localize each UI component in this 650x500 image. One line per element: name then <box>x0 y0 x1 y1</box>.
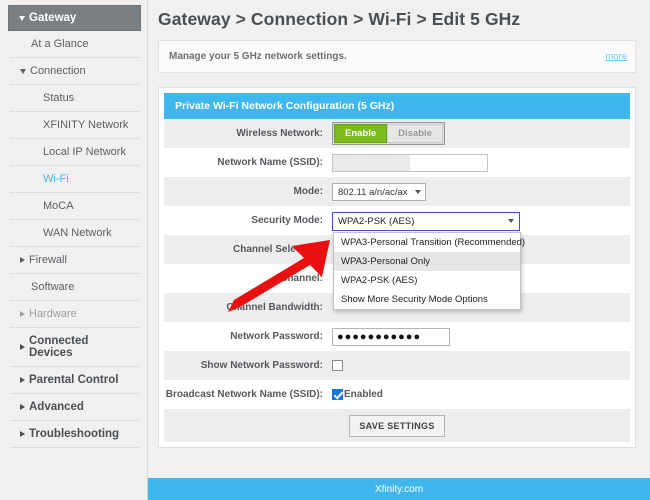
sidebar-item-label: Connected Devices <box>29 335 89 359</box>
disable-button[interactable]: Disable <box>387 124 443 143</box>
row-security-mode: Security Mode: WPA2-PSK (AES) WPA3-Perso… <box>164 206 630 310</box>
sidebar-item-label: Status <box>43 92 75 104</box>
sidebar-item-hardware[interactable]: Hardware <box>10 301 139 328</box>
sidebar-item-label: Software <box>31 281 75 293</box>
label-channel-bandwidth: Channel Bandwidth: <box>226 302 323 313</box>
label-show-network-password: Show Network Password: <box>200 360 323 371</box>
footer-label: Xfinity.com <box>374 483 424 495</box>
broadcast-ssid-value-label: Enabled <box>344 388 383 400</box>
label-wireless-network: Wireless Network: <box>236 128 323 139</box>
label-security-mode: Security Mode: <box>251 215 323 226</box>
chevron-right-icon <box>20 344 25 350</box>
sidebar-nav: Gateway At a Glance Connection Status XFINI… <box>0 0 148 500</box>
security-mode-option[interactable]: WPA3-Personal Only <box>334 251 520 271</box>
security-mode-select[interactable]: WPA2-PSK (AES) WPA3-Personal Transition … <box>332 211 525 310</box>
more-link[interactable]: more <box>605 51 627 62</box>
security-mode-value: WPA2-PSK (AES) <box>338 215 415 227</box>
chevron-down-icon <box>508 219 514 223</box>
chevron-down-icon <box>19 15 25 21</box>
broadcast-ssid-checkbox[interactable] <box>332 388 343 400</box>
sidebar-item-connection[interactable]: Connection <box>10 58 139 85</box>
sidebar-item-label: XFINITY Network <box>43 119 129 131</box>
sidebar-item-label: Firewall <box>29 254 67 266</box>
sidebar-item-advanced[interactable]: Advanced <box>10 394 139 421</box>
sidebar-item-label: At a Glance <box>31 38 89 50</box>
info-bar: Manage your 5 GHz network settings. more <box>158 40 636 73</box>
security-mode-option[interactable]: WPA2-PSK (AES) <box>334 271 520 290</box>
wireless-network-toggle[interactable]: Enable Disable <box>332 122 445 145</box>
sidebar-item-wan-network[interactable]: WAN Network <box>10 220 139 247</box>
redaction-overlay <box>333 154 410 171</box>
label-ssid: Network Name (SSID): <box>217 157 323 168</box>
security-mode-option[interactable]: WPA3-Personal Transition (Recommended) <box>334 233 525 252</box>
row-mode: Mode: 802.11 a/n/ac/ax <box>164 177 630 206</box>
label-mode: Mode: <box>293 186 323 197</box>
sidebar-item-label: MoCA <box>43 200 74 212</box>
sidebar-item-label: Gateway <box>29 12 77 24</box>
sidebar-item-software[interactable]: Software <box>10 274 139 301</box>
chevron-down-icon <box>414 190 421 195</box>
sidebar-item-wi-fi[interactable]: Wi-Fi <box>10 166 139 193</box>
label-network-password: Network Password: <box>230 331 323 342</box>
sidebar-item-label: Connection <box>30 65 86 77</box>
chevron-right-icon <box>20 257 25 263</box>
sidebar-item-label: Local IP Network <box>43 146 126 158</box>
save-settings-button[interactable]: SAVE SETTINGS <box>349 414 445 437</box>
sidebar-item-parental-control[interactable]: Parental Control <box>10 367 139 394</box>
sidebar-item-at-a-glance[interactable]: At a Glance <box>10 31 139 58</box>
show-network-password-checkbox[interactable] <box>332 359 343 371</box>
sidebar-item-local-ip-network[interactable]: Local IP Network <box>10 139 139 166</box>
chevron-down-icon <box>20 68 26 74</box>
chevron-right-icon <box>20 404 25 410</box>
sidebar-item-list: At a Glance Connection Status XFINITY Netwo… <box>0 31 147 448</box>
info-text: Manage your 5 GHz network settings. <box>169 51 347 62</box>
sidebar-item-label: Parental Control <box>29 374 119 386</box>
row-show-network-password: Show Network Password: <box>164 351 630 380</box>
main-content: Gateway > Connection > Wi-Fi > Edit 5 GH… <box>148 0 650 500</box>
network-password-input[interactable]: ●●●●●●●●●●● <box>332 327 450 346</box>
wifi-config-panel: Private Wi-Fi Network Configuration (5 G… <box>158 87 636 448</box>
chevron-right-icon <box>20 377 25 383</box>
mode-select[interactable]: 802.11 a/n/ac/ax <box>332 183 426 202</box>
browser-page: Gateway At a Glance Connection Status XFINI… <box>0 0 650 500</box>
footer: Xfinity.com <box>148 478 650 500</box>
enable-button[interactable]: Enable <box>334 124 388 143</box>
sidebar-item-moca[interactable]: MoCA <box>10 193 139 220</box>
chevron-right-icon <box>20 431 25 437</box>
sidebar-item-label: WAN Network <box>43 227 112 239</box>
label-broadcast-ssid: Broadcast Network Name (SSID): <box>165 389 323 400</box>
row-network-password: Network Password: ●●●●●●●●●●● <box>164 322 630 351</box>
security-mode-option[interactable]: Show More Security Mode Options <box>334 290 520 309</box>
sidebar-item-label: Troubleshooting <box>29 428 120 440</box>
sidebar-item-status[interactable]: Status <box>10 85 139 112</box>
label-channel: Channel: <box>280 273 323 284</box>
sidebar-item-gateway[interactable]: Gateway <box>8 5 141 31</box>
sidebar-item-label: Wi-Fi <box>43 173 69 185</box>
sidebar-item-xfinity-network[interactable]: XFINITY Network <box>10 112 139 139</box>
sidebar-item-label: Advanced <box>29 401 84 413</box>
breadcrumb: Gateway > Connection > Wi-Fi > Edit 5 GH… <box>158 9 521 29</box>
save-row: SAVE SETTINGS <box>164 409 630 442</box>
mode-select-value: 802.11 a/n/ac/ax <box>338 186 408 198</box>
row-ssid: Network Name (SSID): <box>164 148 630 177</box>
sidebar-item-label: Hardware <box>29 308 77 320</box>
sidebar-item-connected-devices[interactable]: Connected Devices <box>10 328 139 367</box>
sidebar-item-firewall[interactable]: Firewall <box>10 247 139 274</box>
row-broadcast-ssid: Broadcast Network Name (SSID): Enabled <box>164 380 630 409</box>
row-wireless-network: Wireless Network: Enable Disable <box>164 119 630 148</box>
ssid-input[interactable] <box>332 153 488 172</box>
sidebar-item-troubleshooting[interactable]: Troubleshooting <box>10 421 139 448</box>
chevron-right-icon <box>20 311 25 317</box>
security-mode-dropdown-menu: WPA3-Personal Transition (Recommended) WP… <box>333 231 525 310</box>
label-channel-selection: Channel Selection: <box>232 244 323 255</box>
panel-title: Private Wi-Fi Network Configuration (5 G… <box>164 93 630 119</box>
